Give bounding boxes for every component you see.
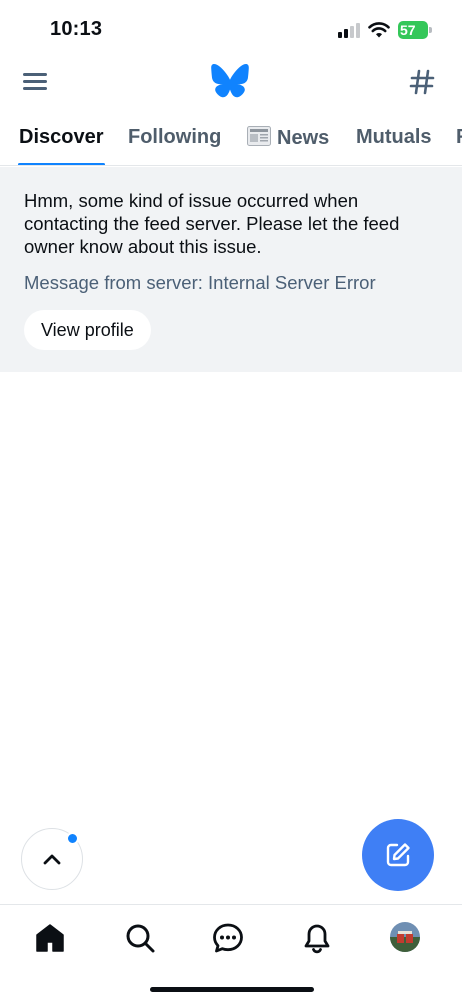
- new-posts-badge: [66, 832, 79, 845]
- app-header: [0, 56, 462, 108]
- view-profile-button[interactable]: View profile: [24, 310, 151, 350]
- tab-news-label: News: [277, 127, 330, 149]
- profile-avatar-image: [390, 922, 420, 952]
- tab-news[interactable]: News: [247, 126, 329, 150]
- tab-discover[interactable]: Discover: [19, 126, 104, 149]
- tab-mutuals[interactable]: Mutuals: [356, 126, 432, 149]
- feed-tabs: Discover Following News Mutuals F: [0, 110, 462, 166]
- tab-following[interactable]: Following: [128, 126, 221, 149]
- search-icon[interactable]: [123, 921, 157, 955]
- status-bar: 10:13 57: [0, 0, 462, 56]
- cellular-signal-icon: [338, 22, 362, 38]
- chevron-up-icon: [43, 854, 61, 865]
- bottom-nav: [0, 904, 462, 1000]
- app-screen: 10:13 57 Discover Following News Mutuals…: [0, 0, 462, 1000]
- server-message: Message from server: Internal Server Err…: [24, 272, 376, 293]
- home-indicator: [150, 987, 314, 992]
- battery-icon: 57: [398, 21, 432, 39]
- battery-percent: 57: [400, 22, 416, 38]
- tab-next[interactable]: F: [456, 126, 462, 149]
- bluesky-butterfly-icon: [211, 64, 249, 98]
- error-message: Hmm, some kind of issue occurred when co…: [24, 190, 400, 257]
- hamburger-menu-icon[interactable]: [22, 70, 48, 92]
- compose-button[interactable]: [362, 819, 434, 891]
- hash-icon[interactable]: [408, 68, 436, 96]
- bell-icon[interactable]: [300, 921, 334, 955]
- newspaper-icon: [247, 126, 271, 146]
- home-icon[interactable]: [33, 921, 67, 955]
- active-tab-indicator: [18, 163, 105, 165]
- chat-icon[interactable]: [211, 921, 245, 955]
- avatar[interactable]: [390, 922, 420, 952]
- feed-error-card: Hmm, some kind of issue occurred when co…: [0, 167, 462, 372]
- compose-icon: [386, 843, 410, 867]
- status-time: 10:13: [50, 18, 103, 40]
- wifi-icon: [368, 22, 390, 38]
